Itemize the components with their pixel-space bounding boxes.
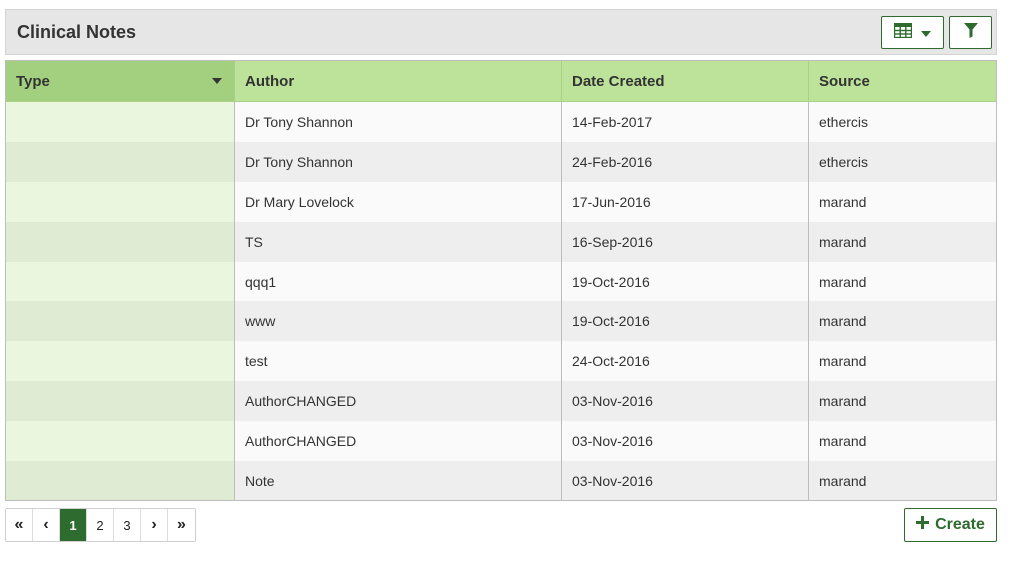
cell-type bbox=[6, 141, 235, 182]
cell-date-created: 19-Oct-2016 bbox=[562, 261, 809, 302]
cell-source: marand bbox=[809, 461, 996, 500]
cell-author: AuthorCHANGED bbox=[235, 421, 562, 462]
cell-date-created: 16-Sep-2016 bbox=[562, 221, 809, 262]
table-row[interactable]: TS 16-Sep-2016 marand bbox=[6, 221, 996, 262]
create-button[interactable]: Create bbox=[904, 508, 997, 542]
table-row[interactable]: AuthorCHANGED 03-Nov-2016 marand bbox=[6, 381, 996, 422]
page-button-3[interactable]: 3 bbox=[114, 509, 141, 541]
filter-icon bbox=[963, 22, 978, 43]
last-page-button[interactable]: » bbox=[168, 509, 195, 541]
cell-source: marand bbox=[809, 381, 996, 422]
table-row[interactable]: Note 03-Nov-2016 marand bbox=[6, 461, 996, 500]
cell-type bbox=[6, 381, 235, 422]
column-header-type[interactable]: Type bbox=[6, 61, 235, 101]
cell-author: TS bbox=[235, 221, 562, 262]
cell-author: test bbox=[235, 341, 562, 382]
cell-author: Dr Mary Lovelock bbox=[235, 181, 562, 222]
cell-date-created: 14-Feb-2017 bbox=[562, 102, 809, 142]
cell-source: marand bbox=[809, 421, 996, 462]
cell-type bbox=[6, 461, 235, 500]
column-header-source[interactable]: Source bbox=[809, 61, 996, 101]
column-toggle-button[interactable] bbox=[881, 16, 944, 49]
cell-date-created: 24-Feb-2016 bbox=[562, 141, 809, 182]
cell-date-created: 17-Jun-2016 bbox=[562, 181, 809, 222]
cell-author: Dr Tony Shannon bbox=[235, 102, 562, 142]
cell-source: ethercis bbox=[809, 102, 996, 142]
clinical-notes-table: Type Author Date Created Source Dr Tony … bbox=[5, 60, 997, 501]
previous-page-button[interactable]: ‹ bbox=[33, 509, 60, 541]
cell-source: marand bbox=[809, 261, 996, 302]
panel-header: Clinical Notes bbox=[5, 9, 997, 55]
cell-type bbox=[6, 181, 235, 222]
cell-type bbox=[6, 301, 235, 342]
page-title: Clinical Notes bbox=[17, 22, 137, 42]
cell-date-created: 03-Nov-2016 bbox=[562, 381, 809, 422]
cell-type bbox=[6, 102, 235, 142]
cell-date-created: 03-Nov-2016 bbox=[562, 461, 809, 500]
first-page-button[interactable]: « bbox=[6, 509, 33, 541]
cell-date-created: 03-Nov-2016 bbox=[562, 421, 809, 462]
table-row[interactable]: Dr Tony Shannon 14-Feb-2017 ethercis bbox=[6, 102, 996, 142]
create-button-label: Create bbox=[935, 516, 985, 533]
cell-type bbox=[6, 341, 235, 382]
table-row[interactable]: Dr Tony Shannon 24-Feb-2016 ethercis bbox=[6, 141, 996, 182]
chevron-down-icon bbox=[921, 24, 931, 42]
cell-date-created: 24-Oct-2016 bbox=[562, 341, 809, 382]
table-row[interactable]: AuthorCHANGED 03-Nov-2016 marand bbox=[6, 421, 996, 462]
sort-down-icon bbox=[212, 78, 222, 84]
cell-source: marand bbox=[809, 181, 996, 222]
column-header-date-created[interactable]: Date Created bbox=[562, 61, 809, 101]
column-header-type-label: Type bbox=[16, 72, 50, 90]
cell-type bbox=[6, 221, 235, 262]
page-button-2[interactable]: 2 bbox=[87, 509, 114, 541]
cell-date-created: 19-Oct-2016 bbox=[562, 301, 809, 342]
next-page-button[interactable]: › bbox=[141, 509, 168, 541]
column-header-source-label: Source bbox=[819, 72, 870, 90]
cell-author: qqq1 bbox=[235, 261, 562, 302]
cell-author: Note bbox=[235, 461, 562, 500]
cell-author: AuthorCHANGED bbox=[235, 381, 562, 422]
plus-icon bbox=[916, 516, 930, 534]
column-header-author[interactable]: Author bbox=[235, 61, 562, 101]
cell-source: marand bbox=[809, 341, 996, 382]
cell-type bbox=[6, 261, 235, 302]
table-row[interactable]: qqq1 19-Oct-2016 marand bbox=[6, 261, 996, 302]
column-header-date-label: Date Created bbox=[572, 72, 665, 90]
page-button-1[interactable]: 1 bbox=[60, 509, 87, 541]
table-row[interactable]: www 19-Oct-2016 marand bbox=[6, 301, 996, 342]
table-row[interactable]: test 24-Oct-2016 marand bbox=[6, 341, 996, 382]
cell-source: marand bbox=[809, 301, 996, 342]
column-header-author-label: Author bbox=[245, 72, 295, 90]
cell-source: ethercis bbox=[809, 141, 996, 182]
cell-source: marand bbox=[809, 221, 996, 262]
cell-author: Dr Tony Shannon bbox=[235, 141, 562, 182]
table-body: Dr Tony Shannon 14-Feb-2017 ethercis Dr … bbox=[6, 102, 996, 500]
table-row[interactable]: Dr Mary Lovelock 17-Jun-2016 marand bbox=[6, 181, 996, 222]
table-icon bbox=[893, 22, 913, 43]
cell-type bbox=[6, 421, 235, 462]
pagination: « ‹ 1 2 3 › » bbox=[5, 508, 196, 542]
table-header-row: Type Author Date Created Source bbox=[6, 61, 996, 102]
filter-button[interactable] bbox=[949, 16, 992, 49]
cell-author: www bbox=[235, 301, 562, 342]
